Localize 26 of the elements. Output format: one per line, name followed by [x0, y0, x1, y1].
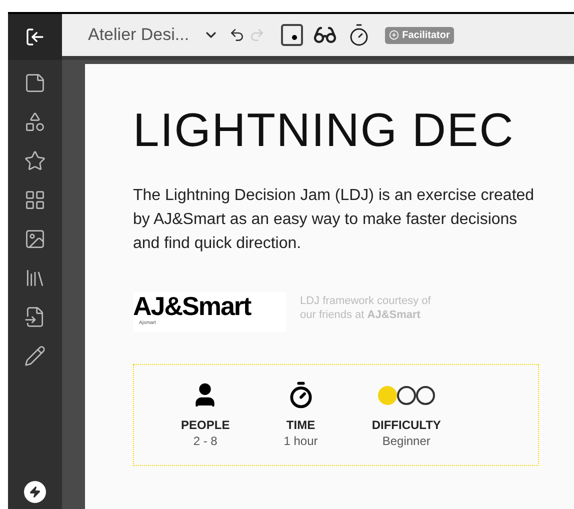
intro-paragraph: The Lightning Decision Jam (LDJ) is an exercise created by AJ&Smart as an easy way to make faster decisions and find quick direction. — [133, 186, 536, 254]
star-icon[interactable] — [24, 150, 46, 172]
credit-text: LDJ framework courtesy of our friends at AJ&Smart — [300, 294, 432, 322]
lightning-icon[interactable] — [24, 481, 46, 503]
pencil-icon[interactable] — [24, 345, 46, 367]
logo-wordmark: AJ&Smart — [133, 292, 252, 320]
fact-label: DIFFICULTY — [372, 417, 441, 433]
plus-circle-icon — [389, 30, 400, 40]
import-icon[interactable] — [24, 306, 46, 328]
exit-icon[interactable] — [25, 27, 45, 47]
image-icon[interactable] — [24, 228, 46, 250]
fact-label: TIME — [286, 417, 316, 433]
badge-label: Facilitator — [402, 28, 450, 42]
fact-value: 2 - 8 — [193, 433, 218, 449]
undo-icon[interactable] — [229, 27, 246, 43]
fact-label: PEOPLE — [181, 417, 230, 433]
fact-value: Beginner — [382, 433, 430, 449]
fact-value: 1 hour — [284, 433, 318, 449]
board-name[interactable]: Atelier Desi... — [88, 22, 190, 48]
frame-icon[interactable] — [281, 24, 304, 46]
shapes-icon[interactable] — [24, 111, 46, 133]
page-title: LIGHTNING DEC — [133, 102, 516, 158]
grid-icon[interactable] — [24, 189, 46, 211]
books-icon[interactable] — [24, 267, 46, 289]
sticky-note-icon[interactable] — [24, 72, 46, 94]
facilitator-badge[interactable]: Facilitator — [385, 26, 454, 44]
